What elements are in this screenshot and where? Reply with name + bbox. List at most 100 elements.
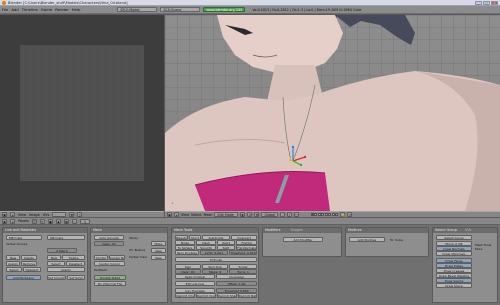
set-smooth-button[interactable]: Set Smooth — [47, 275, 66, 280]
smooth-degree-field[interactable]: Degr: 30 — [94, 241, 124, 246]
auto-smooth-toggle[interactable]: Auto Smooth — [94, 235, 124, 240]
script-icon[interactable]: ✎ — [39, 218, 45, 224]
tab-uvs[interactable]: UVs — [465, 228, 472, 233]
draw-type-icon[interactable]: ◐ — [240, 212, 246, 217]
material-new-button[interactable]: New — [47, 255, 61, 260]
set-solid-button[interactable]: Set Solid — [67, 275, 85, 280]
keep-original-toggle[interactable]: Keep Original — [175, 274, 215, 279]
rem-doubles-button[interactable]: Rem Doubles — [175, 250, 199, 255]
vp-menu-mesh[interactable]: Mesh — [204, 213, 213, 217]
vgroup-delete-button[interactable]: Delete — [21, 255, 37, 260]
material-index-field[interactable]: 0 Mat 0 — [47, 248, 77, 253]
x-axis-tip-icon[interactable] — [303, 155, 307, 159]
tab-shapes[interactable]: Shapes — [290, 228, 302, 233]
editor-type-icon[interactable]: ▣ — [2, 218, 7, 224]
menu-help[interactable]: Help — [72, 7, 81, 12]
uv-texture-new-button[interactable]: New — [151, 248, 166, 253]
delimit-sharp-toggle[interactable]: Delimit Sharp — [217, 293, 237, 298]
panel-title[interactable]: Multires — [346, 228, 428, 233]
vp-menu-view[interactable]: View — [181, 213, 189, 217]
menu-timeline[interactable]: Timeline — [22, 7, 38, 12]
vp-menu-select[interactable]: Select — [191, 213, 201, 217]
vgroup-new-button[interactable]: New — [6, 255, 20, 260]
maximize-button[interactable]: □ — [483, 0, 490, 5]
material-select-button[interactable]: Select — [47, 261, 65, 266]
sticky-make-button[interactable]: Make — [151, 241, 166, 246]
blender-org-link[interactable]: www.blender.org 245 — [203, 7, 246, 12]
editor-type-icon[interactable]: ▣ — [2, 212, 7, 217]
3d-viewport[interactable]: ⊥ — [165, 15, 500, 211]
vertex-color-new-button[interactable]: New — [151, 255, 166, 260]
character-model[interactable] — [165, 15, 500, 211]
collapse-menu-icon[interactable]: ◂ — [10, 212, 15, 217]
y-axis-tip-icon[interactable] — [299, 163, 303, 167]
vgroup-assign-button[interactable]: Assign — [6, 261, 20, 266]
add-modifier-button[interactable]: Add Modifier — [283, 237, 323, 242]
uv-menu-uvs[interactable]: UVs — [43, 213, 50, 217]
double-sided-toggle[interactable]: Double Sided — [94, 275, 126, 280]
face-select-icon[interactable]: ▢ — [293, 212, 299, 217]
mesh-name-field[interactable]: ME:Cube — [6, 235, 42, 240]
mode-selector[interactable]: Edit Mode — [214, 212, 239, 217]
uv-grid[interactable] — [20, 45, 144, 181]
menu-file[interactable]: File — [2, 7, 8, 12]
panel-title[interactable]: Mesh — [91, 228, 167, 233]
editing-icon[interactable]: ▦ — [63, 218, 69, 224]
panels-menu[interactable]: Panels — [18, 219, 29, 223]
tab-mesh-tools-more[interactable]: Select Group — [435, 228, 457, 233]
tab-modifiers[interactable]: Modifiers — [265, 228, 280, 233]
panel-title[interactable]: Link and Materials — [3, 228, 87, 233]
offset-field[interactable]: Offset: 1.00 — [216, 281, 257, 286]
material-assign-button[interactable]: Assign — [47, 267, 85, 272]
orientation-selector[interactable]: Global — [261, 212, 278, 217]
lock-layer-icon[interactable]: 🔒 — [340, 212, 346, 217]
pivot-icon[interactable]: ⊙ — [247, 212, 253, 217]
draw-sharp-toggle[interactable]: Draw Sharp — [436, 283, 472, 288]
vertex-select-icon[interactable]: · — [279, 212, 285, 217]
z-axis-tip-icon[interactable] — [291, 145, 295, 149]
threshold-field[interactable]: Threshold: 0.010 — [229, 250, 257, 255]
limit-field[interactable]: Limit: 0.001 — [200, 250, 228, 255]
object-name-field[interactable]: OB:Cube — [47, 235, 85, 240]
material-deselect-button[interactable]: Deselect — [66, 261, 85, 266]
menu-add[interactable]: Add — [11, 7, 18, 12]
menu-game[interactable]: Game — [41, 7, 52, 12]
center-button[interactable]: Center — [94, 255, 108, 260]
clockwise-toggle[interactable]: Clockwise — [216, 274, 257, 279]
lock-icon[interactable]: ◊ — [77, 212, 83, 217]
vgroup-deselect-button[interactable]: Deselect — [23, 267, 41, 272]
manipulator-icon[interactable]: ✥ — [254, 212, 260, 217]
collapse-menu-icon[interactable]: ◂ — [174, 212, 179, 217]
extrude-button[interactable]: Extrude — [175, 257, 257, 262]
edge-select-icon[interactable]: ╱ — [286, 212, 292, 217]
pin-icon[interactable]: ✚ — [69, 212, 75, 217]
draw-vnormals-toggle[interactable]: Draw VNormals — [436, 251, 472, 256]
vgroup-remove-button[interactable]: Remove — [21, 261, 37, 266]
uv-menu-image[interactable]: Image — [29, 213, 40, 217]
material-delete-button[interactable]: Delete — [62, 255, 85, 260]
center-new-button[interactable]: Center New — [109, 255, 125, 260]
collapse-menu-icon[interactable]: ◂ — [10, 218, 15, 224]
minimize-button[interactable]: _ — [475, 0, 482, 5]
render-icon[interactable]: ▭ — [347, 212, 353, 217]
autotexspace-toggle[interactable]: AutoTexSpace — [6, 275, 41, 280]
center-cursor-button[interactable]: Center Cursor — [94, 261, 125, 266]
delimit-mat-toggle[interactable]: Delimit Mat — [238, 293, 257, 298]
logic-icon[interactable]: ☰ — [31, 218, 37, 224]
delimit-uvs-toggle[interactable]: Delimit UVs — [175, 293, 195, 298]
delimit-vcol-toggle[interactable]: Delimit Vcol — [196, 293, 216, 298]
object-icon[interactable]: ◆ — [55, 218, 61, 224]
select-group-button[interactable]: Select Group — [436, 235, 472, 240]
add-multires-button[interactable]: Add Multires — [349, 237, 385, 242]
shading-icon[interactable]: ● — [47, 218, 53, 224]
screen-selector[interactable]: SR:2-Model — [117, 7, 158, 12]
editor-type-icon[interactable]: ▣ — [167, 212, 172, 217]
extrude-dup-button[interactable]: Extrude Dup — [175, 281, 215, 286]
no-vnormal-flip-toggle[interactable]: No V.Normal Flip — [94, 281, 126, 286]
scene-selector[interactable]: SCE:Scene — [160, 7, 201, 12]
close-button[interactable]: × — [491, 0, 498, 5]
scene-icon[interactable]: ◇ — [71, 218, 77, 224]
frame-field[interactable]: 1 — [79, 218, 90, 224]
image-browse[interactable]: ⬚ — [52, 212, 67, 217]
layer-8[interactable] — [335, 213, 339, 216]
